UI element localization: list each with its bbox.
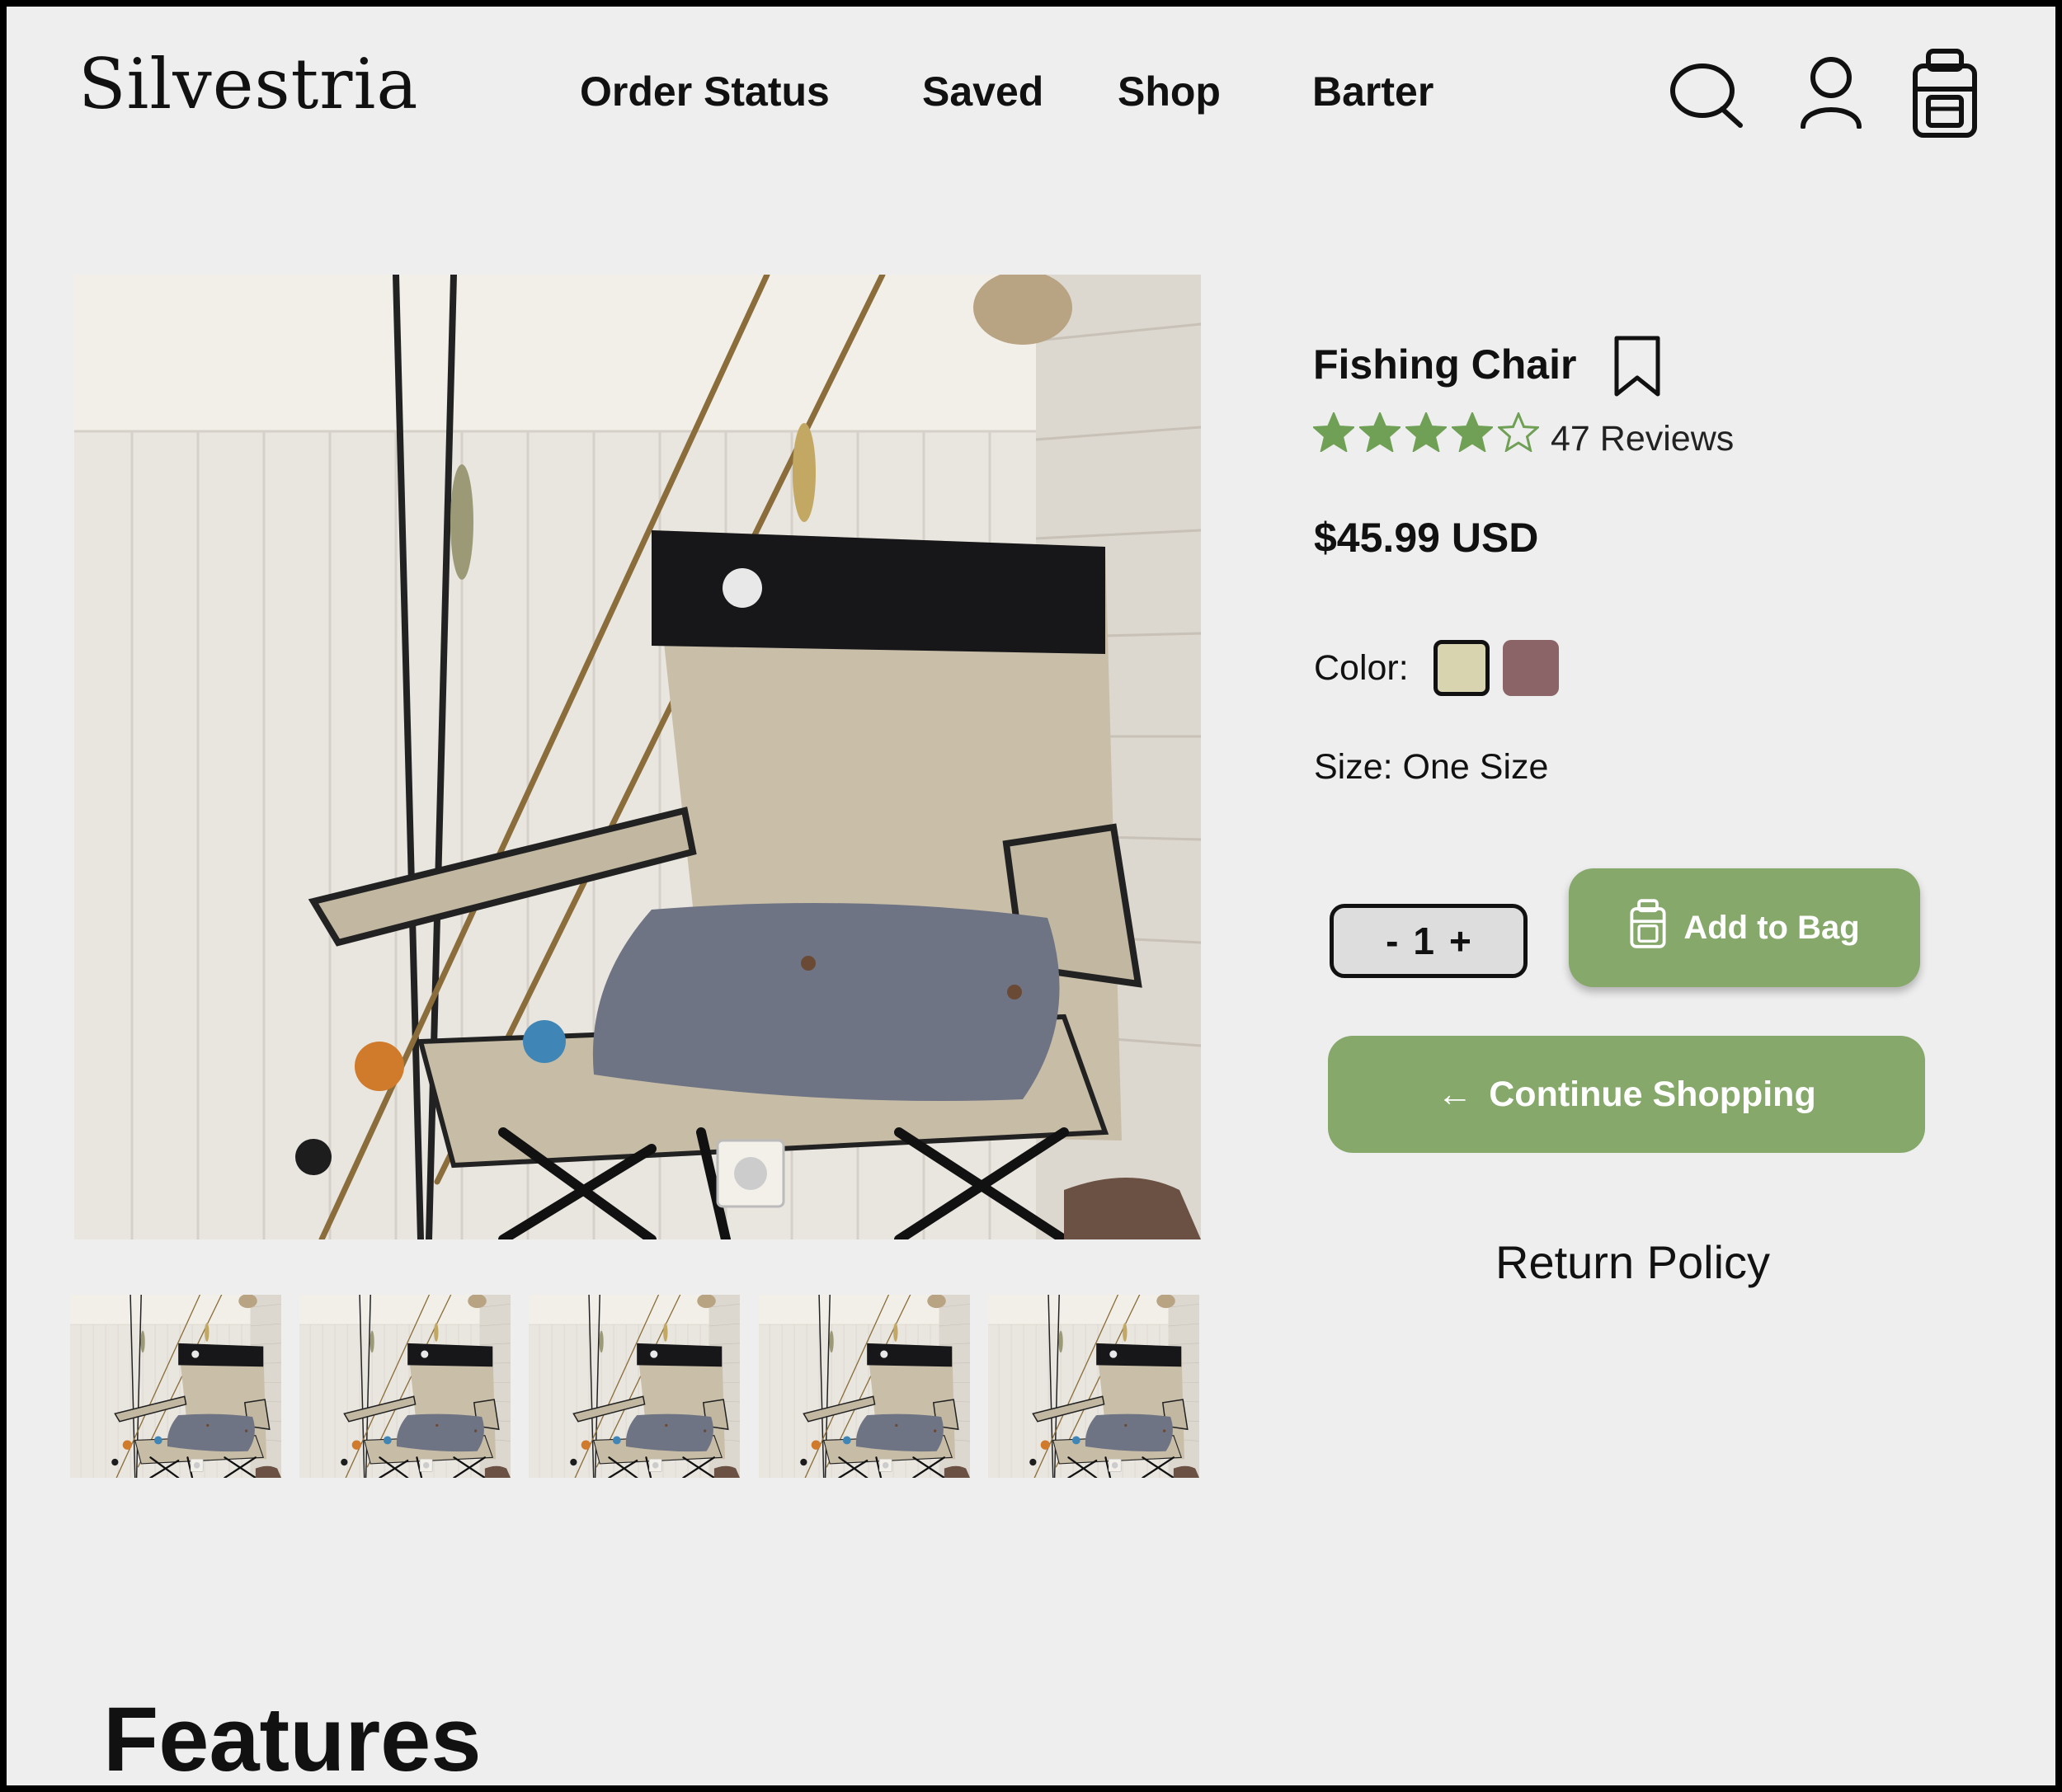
logo[interactable]: Silvestria bbox=[78, 44, 418, 125]
product-page: Silvestria Order Status Saved Shop Barte… bbox=[7, 7, 2055, 1785]
main-product-image[interactable] bbox=[74, 275, 1201, 1239]
search-icon[interactable] bbox=[1669, 58, 1745, 130]
bookmark-icon[interactable] bbox=[1612, 335, 1663, 403]
star-filled-icon bbox=[1313, 412, 1354, 452]
user-icon[interactable] bbox=[1798, 56, 1864, 129]
quantity-stepper: - 1 + bbox=[1330, 904, 1528, 978]
thumbnail-image[interactable] bbox=[299, 1295, 511, 1478]
product-price: $45.99 USD bbox=[1314, 515, 1539, 561]
backpack-icon[interactable] bbox=[1910, 48, 1980, 139]
thumbnail-image[interactable] bbox=[988, 1295, 1199, 1478]
star-empty-icon bbox=[1498, 412, 1539, 452]
continue-shopping-button[interactable]: ← Continue Shopping bbox=[1328, 1036, 1925, 1153]
star-filled-icon bbox=[1405, 412, 1447, 452]
product-title: Fishing Chair bbox=[1313, 341, 1577, 388]
features-heading: Features bbox=[103, 1689, 482, 1785]
reviews-link[interactable]: 47 Reviews bbox=[1551, 419, 1734, 459]
add-to-bag-button[interactable]: Add to Bag bbox=[1569, 868, 1920, 987]
nav-saved[interactable]: Saved bbox=[922, 68, 1043, 115]
nav-shop[interactable]: Shop bbox=[1118, 68, 1221, 115]
star-filled-icon bbox=[1452, 412, 1493, 452]
arrow-left-icon: ← bbox=[1437, 1074, 1473, 1114]
nav-order-status[interactable]: Order Status bbox=[580, 68, 830, 115]
backpack-icon bbox=[1629, 899, 1667, 957]
continue-shopping-label: Continue Shopping bbox=[1489, 1074, 1816, 1114]
color-label: Color: bbox=[1314, 648, 1409, 688]
star-filled-icon bbox=[1359, 412, 1401, 452]
quantity-value: 1 bbox=[1413, 920, 1435, 962]
add-to-bag-label: Add to Bag bbox=[1683, 909, 1860, 946]
thumbnail-image[interactable] bbox=[70, 1295, 281, 1478]
size-label: Size: One Size bbox=[1314, 747, 1549, 787]
color-swatch-beige[interactable] bbox=[1434, 640, 1490, 696]
thumbnail-image[interactable] bbox=[529, 1295, 740, 1478]
return-policy-link[interactable]: Return Policy bbox=[1495, 1235, 1770, 1289]
thumbnail-image[interactable] bbox=[759, 1295, 970, 1478]
color-swatch-mauve[interactable] bbox=[1503, 640, 1559, 696]
rating-stars bbox=[1313, 412, 1539, 452]
quantity-increment-button[interactable]: + bbox=[1449, 919, 1471, 963]
nav-barter[interactable]: Barter bbox=[1312, 68, 1434, 115]
quantity-decrement-button[interactable]: - bbox=[1386, 919, 1398, 963]
